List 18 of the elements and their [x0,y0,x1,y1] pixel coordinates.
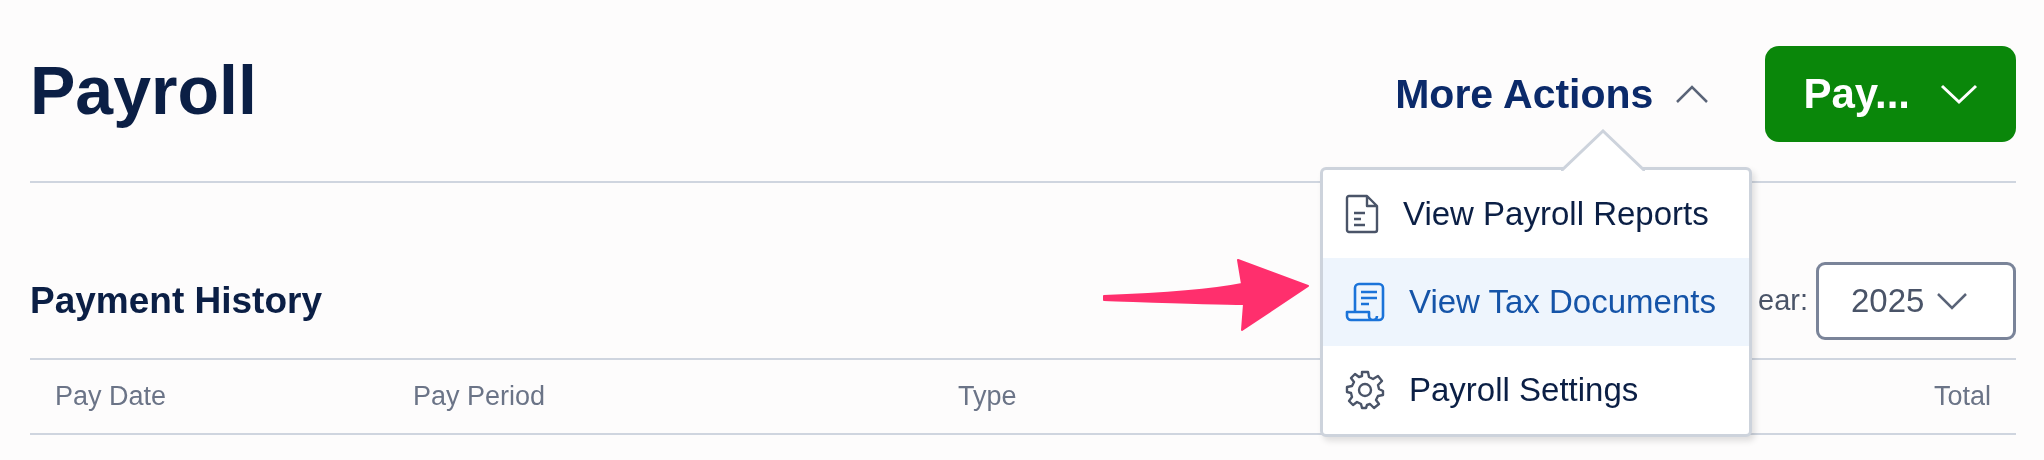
more-actions-button[interactable]: More Actions [1395,70,1710,118]
column-header: Total [1933,381,1991,412]
settings-icon [1345,370,1385,410]
column-header: Pay Date [55,381,167,412]
chevron-down-icon [1936,291,1969,310]
chevron-down-icon [1940,83,1978,105]
column-header: Type [958,381,1017,412]
menu-item[interactable]: View Tax Documents [1323,258,1749,346]
document-icon [1345,194,1379,234]
year-select[interactable]: 2025 [1816,261,2016,340]
pay-button[interactable]: Pay... [1765,46,2016,142]
section-title: Payment History [30,279,322,322]
column-header: Pay Period [413,381,546,412]
chevron-up-icon [1675,84,1710,104]
year-label: ear: [1758,284,1808,317]
menu-item[interactable]: View Payroll Reports [1323,170,1749,258]
menu-item[interactable]: Payroll Settings [1323,346,1749,434]
scroll-icon [1345,282,1385,322]
